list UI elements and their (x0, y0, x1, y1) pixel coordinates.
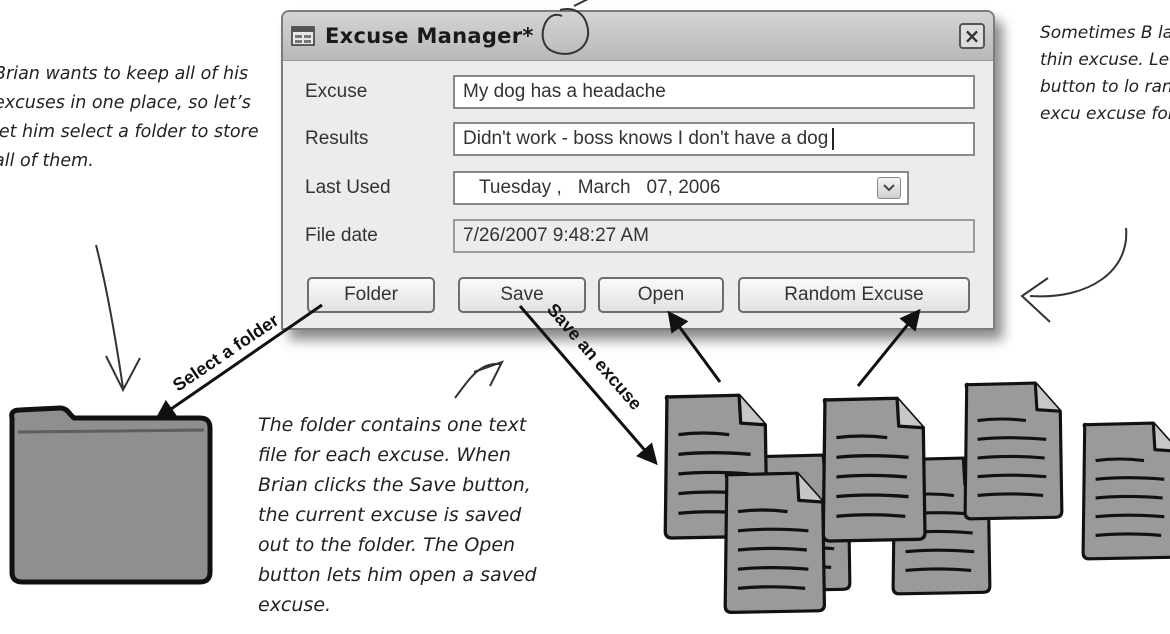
folder-icon (9, 405, 213, 585)
save-excuse-arrow (518, 305, 658, 466)
open-arrow (667, 310, 722, 383)
document-icon (963, 381, 1064, 521)
bottom-note-pointer (454, 360, 505, 399)
save-excuse-arrow-label: Save an excuse (543, 300, 646, 414)
select-folder-arrow-label: Select a folder (169, 310, 282, 395)
diagram-overlay: Select a folder Save an excuse (9, 0, 1170, 615)
document-icon (723, 471, 827, 615)
document-icon (821, 396, 927, 543)
right-note-pointer (1020, 227, 1128, 323)
random-excuse-arrow (856, 308, 921, 387)
left-note-pointer (95, 244, 141, 393)
asterisk-circle-doodle (541, 0, 590, 55)
document-stack (663, 381, 1170, 615)
document-icon (1081, 421, 1170, 561)
select-folder-arrow (154, 303, 323, 421)
